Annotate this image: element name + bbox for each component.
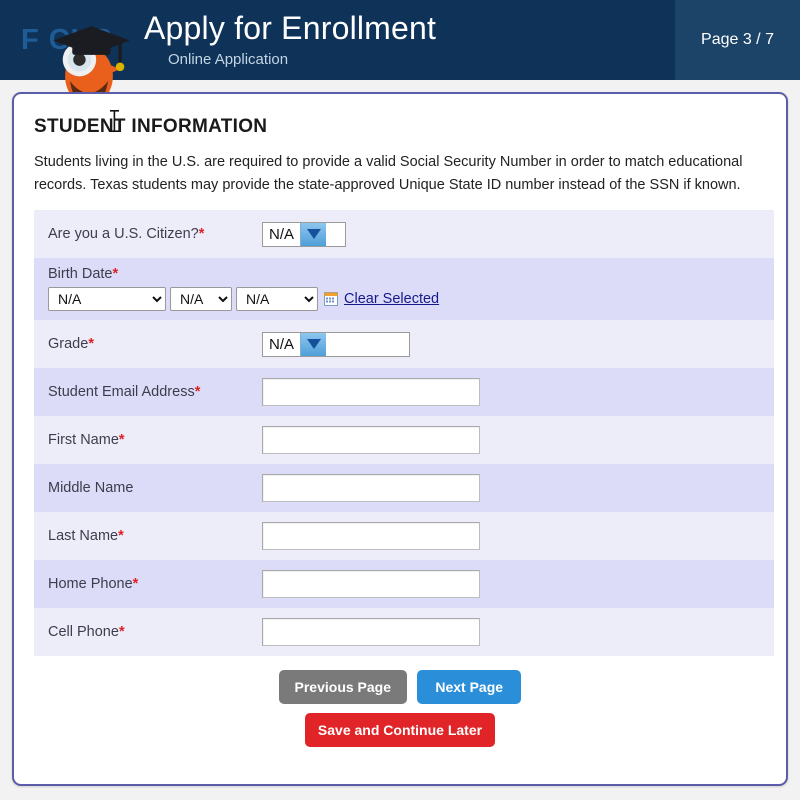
birth-date-label-text: Birth Date (48, 266, 113, 283)
student-information-form: Are you a U.S. Citizen?* N/A Birth Date*… (34, 210, 774, 657)
page-indicator-label: Page 3 / 7 (701, 31, 774, 48)
citizen-select[interactable]: N/A (262, 221, 346, 247)
email-field-wrap (262, 378, 774, 407)
birth-date-controls: N/A N/A N/A Clear Selected (48, 287, 774, 312)
home-phone-field[interactable] (262, 570, 480, 599)
birth-date-required-marker: * (112, 266, 119, 283)
form-row-birth-date: Birth Date* N/A N/A N/A Clear Selected (34, 258, 774, 321)
page-header: F CUS Apply for Enrollment Online Applic… (0, 0, 800, 108)
last-name-label-text: Last Name (48, 528, 119, 545)
text-cursor-icon (110, 110, 119, 132)
birth-year-select[interactable]: N/A (236, 287, 318, 312)
app-title: Apply for Enrollment (144, 10, 437, 47)
form-row-last-name: Last Name* (34, 512, 774, 561)
last-name-field-wrap (262, 522, 774, 551)
form-row-citizen: Are you a U.S. Citizen?* N/A (34, 210, 774, 259)
last-name-required-marker: * (118, 528, 124, 545)
first-name-label-text: First Name (48, 432, 119, 449)
student-information-card: STUDENT INFORMATION Students living in t… (12, 92, 788, 786)
cell-phone-required-marker: * (118, 624, 125, 641)
app-subtitle: Online Application (168, 50, 289, 68)
cell-phone-label-text: Cell Phone (48, 624, 119, 641)
middle-name-field-wrap (262, 474, 774, 503)
grade-required-marker: * (88, 336, 94, 353)
first-name-field-wrap (262, 426, 774, 455)
email-label-text: Student Email Address (48, 384, 195, 401)
email-required-marker: * (194, 384, 201, 401)
grade-field: N/A (262, 331, 774, 357)
birth-day-select[interactable]: N/A (170, 287, 232, 312)
previous-page-button[interactable]: Previous Page (278, 670, 407, 705)
form-row-cell-phone: Cell Phone* (34, 608, 774, 657)
page-indicator: Page 3 / 7 (675, 0, 800, 80)
home-phone-required-marker: * (132, 576, 139, 593)
intro-paragraph: Students living in the U.S. are required… (34, 154, 743, 193)
last-name-field[interactable] (262, 522, 480, 551)
calendar-icon[interactable] (324, 292, 338, 307)
citizen-required-marker: * (198, 226, 205, 243)
focus-logo[interactable]: F CUS (0, 0, 132, 108)
middle-name-field[interactable] (262, 474, 480, 503)
clear-selected-link[interactable]: Clear Selected (344, 291, 439, 307)
citizen-label-text: Are you a U.S. Citizen? (48, 226, 199, 243)
chevron-down-icon[interactable] (300, 332, 327, 356)
birth-date-label: Birth Date* (48, 266, 774, 282)
form-row-home-phone: Home Phone* (34, 560, 774, 609)
next-page-button[interactable]: Next Page (417, 670, 522, 705)
middle-name-label-text: Middle Name (48, 480, 134, 497)
grade-label-text: Grade (48, 336, 89, 353)
cell-phone-field-wrap (262, 618, 774, 647)
header-title-block: Apply for Enrollment Online Application (132, 0, 675, 80)
cell-phone-field[interactable] (262, 618, 480, 647)
section-title-label: STUDENT INFORMATION (34, 116, 268, 137)
form-row-grade: Grade* N/A (34, 320, 774, 369)
first-name-label: First Name* (48, 432, 262, 448)
grade-select[interactable]: N/A (262, 331, 410, 357)
citizen-field: N/A (262, 221, 774, 247)
form-row-first-name: First Name* (34, 416, 774, 465)
citizen-label: Are you a U.S. Citizen?* (48, 226, 262, 242)
middle-name-label: Middle Name (48, 480, 262, 496)
form-row-email: Student Email Address* (34, 368, 774, 417)
page-title: STUDENT INFORMATION (14, 94, 786, 138)
home-phone-label-text: Home Phone (48, 576, 133, 593)
chevron-down-icon[interactable] (300, 222, 327, 246)
first-name-field[interactable] (262, 426, 480, 455)
first-name-required-marker: * (118, 432, 125, 449)
home-phone-label: Home Phone* (48, 576, 262, 592)
birth-month-select[interactable]: N/A (48, 287, 166, 312)
cell-phone-label: Cell Phone* (48, 624, 262, 640)
citizen-select-value: N/A (269, 225, 295, 243)
grade-select-value: N/A (269, 335, 295, 353)
last-name-label: Last Name* (48, 528, 262, 544)
grade-label: Grade* (48, 336, 262, 352)
email-label: Student Email Address* (48, 384, 262, 400)
home-phone-field-wrap (262, 570, 774, 599)
form-actions: Previous Page Next Page Save and Continu… (14, 656, 786, 748)
email-field[interactable] (262, 378, 480, 407)
form-row-middle-name: Middle Name (34, 464, 774, 513)
save-and-continue-later-button[interactable]: Save and Continue Later (305, 713, 495, 748)
